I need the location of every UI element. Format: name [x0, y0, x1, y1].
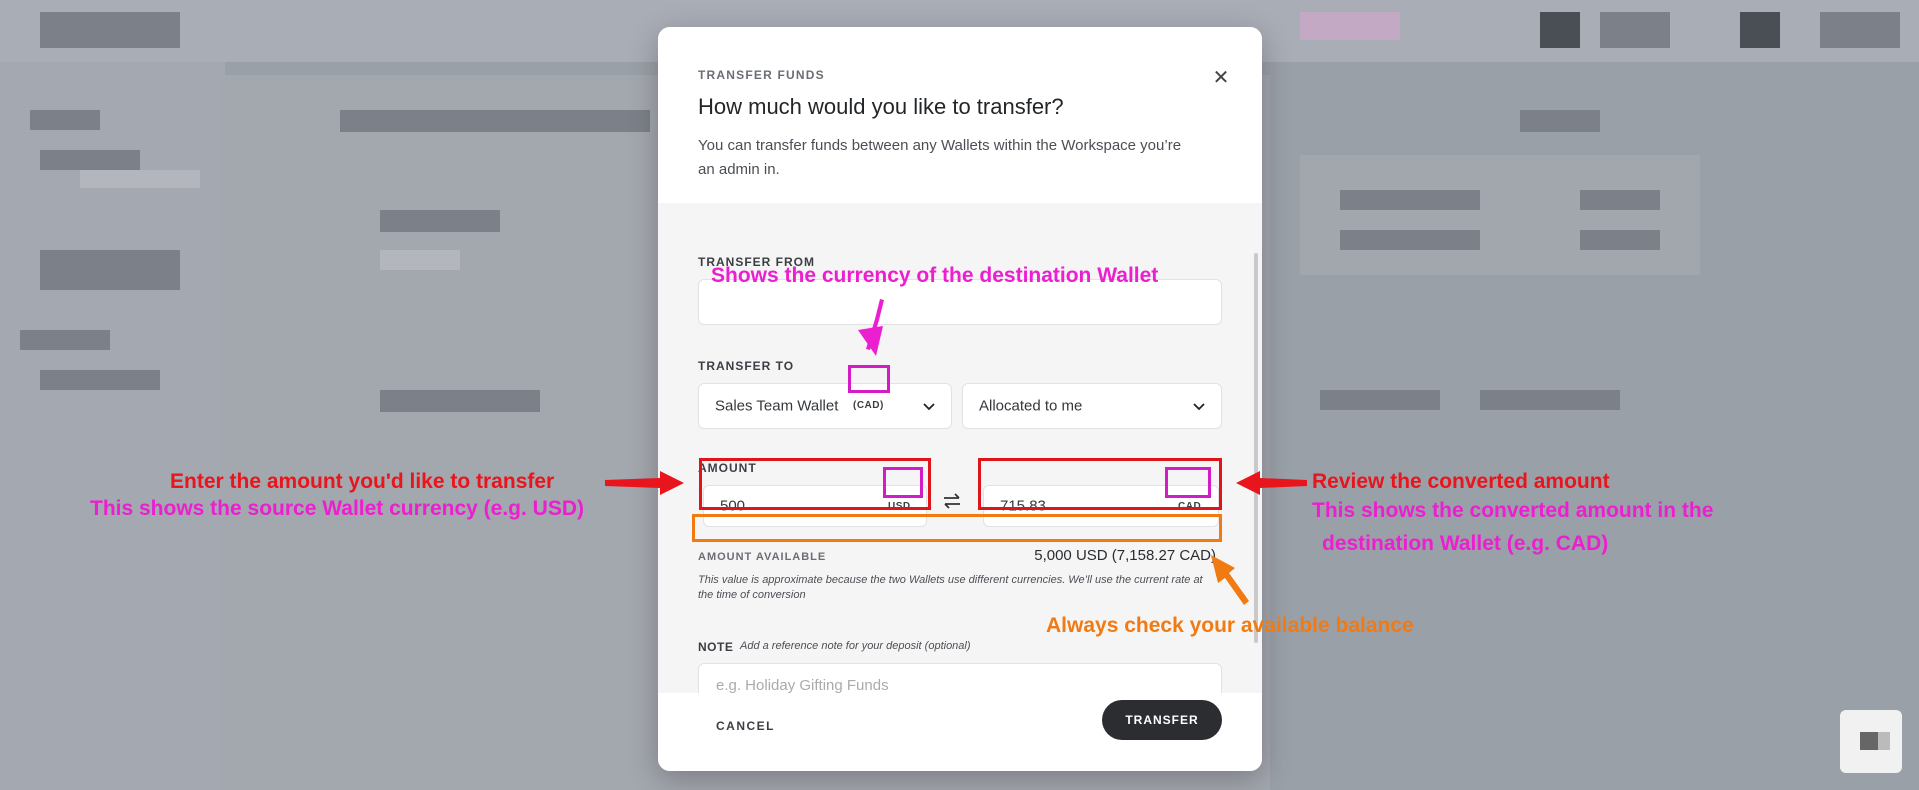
modal-title: How much would you like to transfer?	[698, 94, 1064, 119]
amount-available-label: AMOUNT AVAILABLE	[698, 551, 827, 563]
amount-available-value: 5,000 USD (7,158.27 CAD)	[1034, 547, 1216, 564]
background-block	[20, 330, 110, 350]
destination-wallet-select[interactable]: Sales Team Wallet (CAD)	[698, 383, 952, 429]
background-block	[380, 250, 460, 270]
modal-footer: CANCEL TRANSFER	[658, 693, 1262, 771]
allocation-select[interactable]: Allocated to me	[962, 383, 1222, 429]
transfer-to-label: TRANSFER TO	[698, 359, 795, 373]
annotation-enter-amount: Enter the amount you'd like to transfer	[170, 470, 555, 493]
swap-arrows-icon[interactable]	[940, 489, 964, 513]
annotation-source-currency: This shows the source Wallet currency (e…	[90, 497, 585, 520]
annotation-destination-currency: Shows the currency of the destination Wa…	[711, 264, 1159, 287]
background-block	[1480, 390, 1620, 410]
background-block	[1300, 12, 1400, 40]
modal-scrollbar[interactable]	[1254, 253, 1258, 643]
chevron-down-icon	[1193, 403, 1205, 411]
background-block	[1600, 12, 1670, 48]
background-block	[1340, 190, 1480, 210]
chat-widget-icon-part	[1878, 732, 1890, 750]
background-block	[1580, 190, 1660, 210]
conversion-disclaimer: This value is approximate because the tw…	[698, 574, 1203, 601]
background-block	[1520, 110, 1600, 132]
source-currency-highlight	[883, 467, 923, 498]
available-balance-highlight	[692, 514, 1222, 542]
background-block	[80, 170, 200, 188]
background-block	[1820, 12, 1900, 48]
background-panel	[1300, 155, 1700, 275]
destination-wallet-value: Sales Team Wallet	[715, 397, 839, 415]
background-block	[1740, 12, 1780, 48]
background-block	[1580, 230, 1660, 250]
background-block	[380, 390, 540, 412]
background-block	[40, 150, 140, 170]
annotation-review-converted: Review the converted amount	[1312, 470, 1610, 493]
chat-widget-icon	[1860, 732, 1880, 750]
background-block	[40, 370, 160, 390]
destination-currency-tag: (CAD)	[853, 400, 884, 411]
close-icon[interactable]: ✕	[1206, 63, 1236, 93]
background-block	[40, 250, 180, 290]
allocation-value: Allocated to me	[979, 397, 1083, 415]
modal-header: TRANSFER FUNDS How much would you like t…	[658, 27, 1262, 203]
chevron-down-icon	[923, 403, 935, 411]
annotation-check-balance: Always check your available balance	[1046, 614, 1414, 637]
background-logo	[40, 12, 180, 48]
cancel-button[interactable]: CANCEL	[716, 719, 775, 733]
modal-subtitle: You can transfer funds between any Walle…	[698, 137, 1182, 178]
transfer-funds-modal: TRANSFER FUNDS How much would you like t…	[658, 27, 1262, 771]
background-block	[340, 110, 650, 132]
note-hint: Add a reference note for your deposit (o…	[740, 640, 971, 652]
transfer-button[interactable]: TRANSFER	[1102, 700, 1222, 740]
background-block	[30, 110, 100, 130]
note-label: NOTE	[698, 640, 734, 654]
destination-currency-highlight	[848, 365, 890, 393]
background-block	[380, 210, 500, 232]
modal-eyebrow: TRANSFER FUNDS	[698, 68, 825, 82]
annotation-converted-line1: This shows the converted amount in the	[1312, 499, 1714, 522]
converted-currency-highlight	[1165, 467, 1211, 498]
background-block	[1320, 390, 1440, 410]
background-block	[1540, 12, 1580, 48]
background-block	[1340, 230, 1480, 250]
annotation-converted-line2: destination Wallet (e.g. CAD)	[1322, 532, 1609, 555]
chat-widget-button[interactable]	[1840, 710, 1902, 773]
